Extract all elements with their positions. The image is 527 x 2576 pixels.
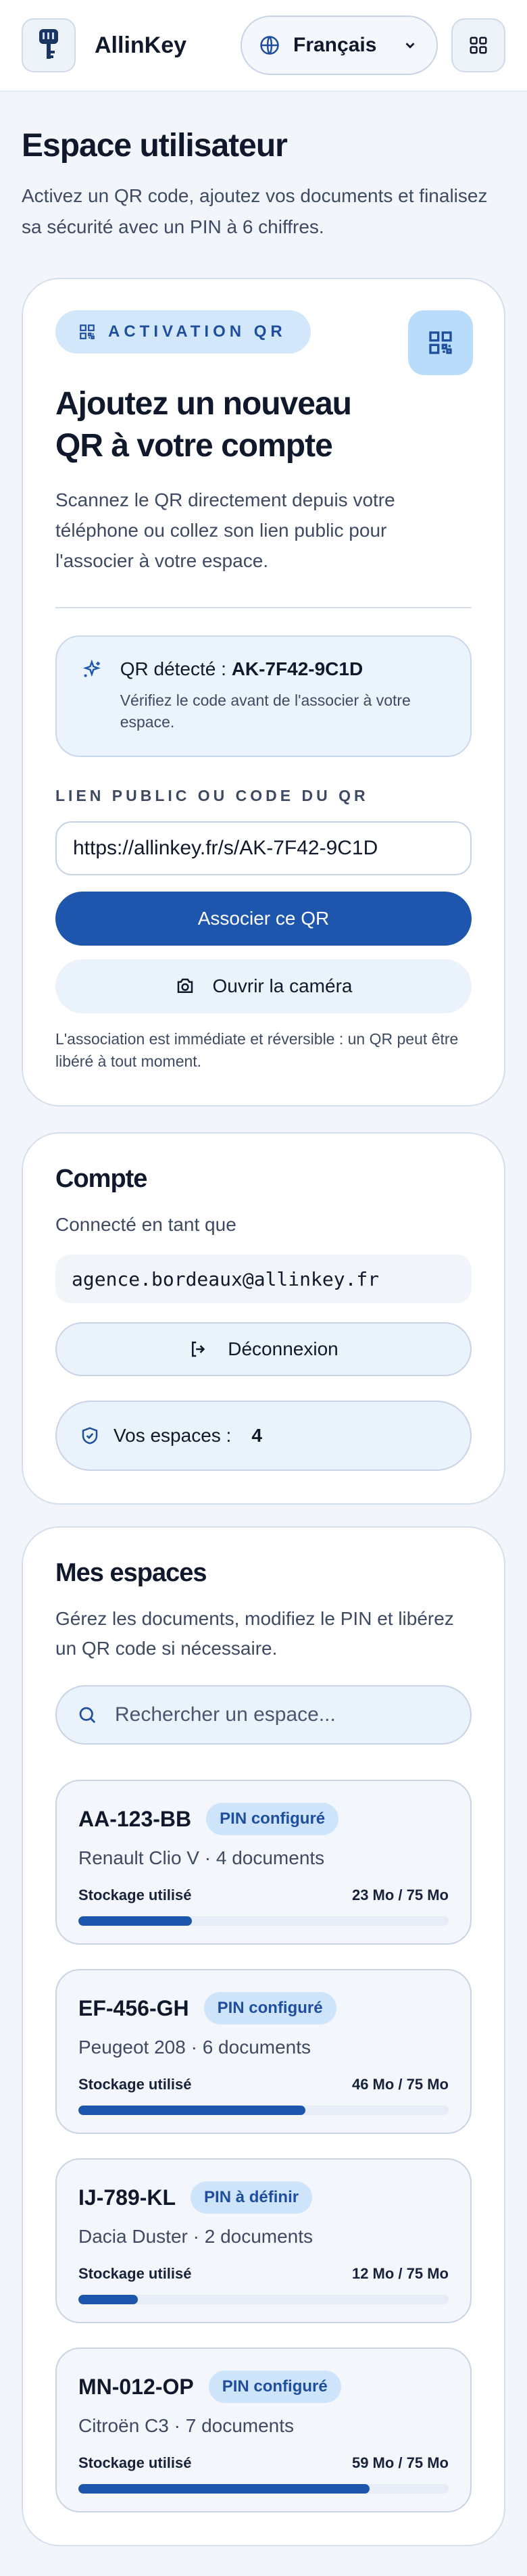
- storage-label: Stockage utilisé: [78, 2265, 192, 2282]
- page-heading: Espace utilisateur Activez un QR code, a…: [0, 92, 527, 243]
- search-icon: [79, 1707, 96, 1724]
- logout-button[interactable]: Déconnexion: [55, 1322, 472, 1376]
- language-select[interactable]: Français: [241, 16, 438, 75]
- space-item[interactable]: AA-123-BB PIN configuré Renault Clio V ·…: [55, 1780, 472, 1945]
- space-plate: EF-456-GH: [78, 1995, 189, 2020]
- page-title: Espace utilisateur: [22, 128, 288, 164]
- qr-activation-card: ACTIVATION QR Ajoutez un nouveau QR à vo…: [22, 278, 505, 1107]
- logo[interactable]: [22, 18, 76, 72]
- spaces-count-box: Vos espaces : 4: [55, 1401, 472, 1471]
- chevron-down-icon: [405, 43, 415, 49]
- storage-value: 46 Mo / 75 Mo: [351, 2076, 449, 2093]
- key-logo-icon: [39, 29, 58, 59]
- spaces-title: Mes espaces: [55, 1559, 207, 1587]
- globe-icon: [260, 36, 279, 55]
- language-label: Français: [293, 34, 377, 56]
- top-bar: AllinKey Français: [0, 0, 527, 92]
- grid-icon: [470, 37, 487, 54]
- pin-status-badge: PIN configuré: [208, 2371, 341, 2403]
- spaces-subtitle: Gérez les documents, modifiez le PIN et …: [55, 1608, 454, 1659]
- space-meta: Dacia Duster · 2 documents: [78, 2226, 313, 2247]
- qr-detected-code: AK-7F42-9C1D: [231, 658, 363, 679]
- open-camera-label: Ouvrir la caméra: [212, 975, 353, 996]
- space-plate: AA-123-BB: [78, 1806, 192, 1831]
- divider: [55, 607, 472, 608]
- spaces-search[interactable]: [55, 1685, 472, 1745]
- storage-bar: [78, 2106, 449, 2115]
- storage-label: Stockage utilisé: [78, 2454, 192, 2471]
- account-title: Compte: [55, 1165, 147, 1193]
- camera-icon: [177, 978, 193, 993]
- page-subtitle: Activez un QR code, ajoutez vos document…: [22, 185, 488, 237]
- space-list: AA-123-BB PIN configuré Renault Clio V ·…: [55, 1780, 472, 2512]
- storage-bar: [78, 2295, 449, 2304]
- storage-bar-fill: [78, 2484, 370, 2494]
- space-item[interactable]: MN-012-OP PIN configuré Citroën C3 · 7 d…: [55, 2348, 472, 2512]
- space-plate: MN-012-OP: [78, 2374, 194, 2399]
- account-email: agence.bordeaux@allinkey.fr: [55, 1255, 472, 1303]
- storage-bar: [78, 1916, 449, 1926]
- space-item[interactable]: EF-456-GH PIN configuré Peugeot 208 · 6 …: [55, 1969, 472, 2134]
- spaces-count-label: Vos espaces :: [114, 1425, 232, 1446]
- storage-bar-fill: [78, 2106, 305, 2115]
- activation-tag: ACTIVATION QR: [55, 310, 311, 354]
- storage-value: 12 Mo / 75 Mo: [351, 2265, 449, 2282]
- brand-name: AllinKey: [95, 32, 187, 58]
- logout-label: Déconnexion: [228, 1338, 338, 1359]
- storage-value: 23 Mo / 75 Mo: [351, 1887, 449, 1903]
- space-plate: IJ-789-KL: [78, 2185, 176, 2210]
- qr-code-icon: [429, 331, 452, 354]
- space-item[interactable]: IJ-789-KL PIN à définir Dacia Duster · 2…: [55, 2158, 472, 2323]
- storage-label: Stockage utilisé: [78, 2076, 192, 2093]
- apps-menu-button[interactable]: [451, 18, 505, 72]
- pin-status-badge: PIN à définir: [191, 2181, 313, 2214]
- storage-bar-fill: [78, 1916, 193, 1926]
- sparkle-icon: [82, 659, 101, 677]
- qr-scan-button[interactable]: [408, 310, 473, 375]
- qr-card-title: Ajoutez un nouveau QR à votre compte: [55, 386, 352, 464]
- pin-status-badge: PIN configuré: [206, 1803, 339, 1835]
- spaces-count-value: 4: [251, 1425, 262, 1446]
- storage-value: 59 Mo / 75 Mo: [351, 2454, 449, 2471]
- qr-link-input[interactable]: [55, 821, 472, 875]
- open-camera-button[interactable]: Ouvrir la caméra: [55, 959, 472, 1013]
- qr-link-label: LIEN PUBLIC OU CODE DU QR: [55, 787, 369, 804]
- qr-detected-note: Vérifiez le code avant de l'associer à v…: [120, 691, 411, 731]
- association-note: L'association est immédiate et réversibl…: [55, 1030, 459, 1070]
- account-card: Compte Connecté en tant que agence.borde…: [22, 1132, 505, 1505]
- connected-as-label: Connecté en tant que: [55, 1214, 236, 1235]
- storage-bar-fill: [78, 2295, 138, 2304]
- qr-card-description: Scannez le QR directement depuis votre t…: [55, 489, 395, 571]
- pin-status-badge: PIN configuré: [203, 1992, 336, 2024]
- search-input[interactable]: [115, 1703, 450, 1726]
- associate-qr-button[interactable]: Associer ce QR: [55, 892, 472, 946]
- storage-label: Stockage utilisé: [78, 1887, 192, 1903]
- space-meta: Citroën C3 · 7 documents: [78, 2415, 295, 2436]
- activation-tag-label: ACTIVATION QR: [108, 322, 286, 341]
- qr-detected-box: QR détecté : AK-7F42-9C1D Vérifiez le co…: [55, 635, 472, 757]
- space-meta: Renault Clio V · 4 documents: [78, 1847, 325, 1868]
- spaces-card: Mes espaces Gérez les documents, modifie…: [22, 1526, 505, 2546]
- logout-icon: [192, 1341, 205, 1357]
- shield-check-icon: [82, 1427, 98, 1444]
- storage-bar: [78, 2484, 449, 2494]
- qr-icon: [80, 324, 95, 339]
- qr-detected-title: QR détecté : AK-7F42-9C1D: [120, 658, 363, 679]
- space-meta: Peugeot 208 · 6 documents: [78, 2037, 311, 2058]
